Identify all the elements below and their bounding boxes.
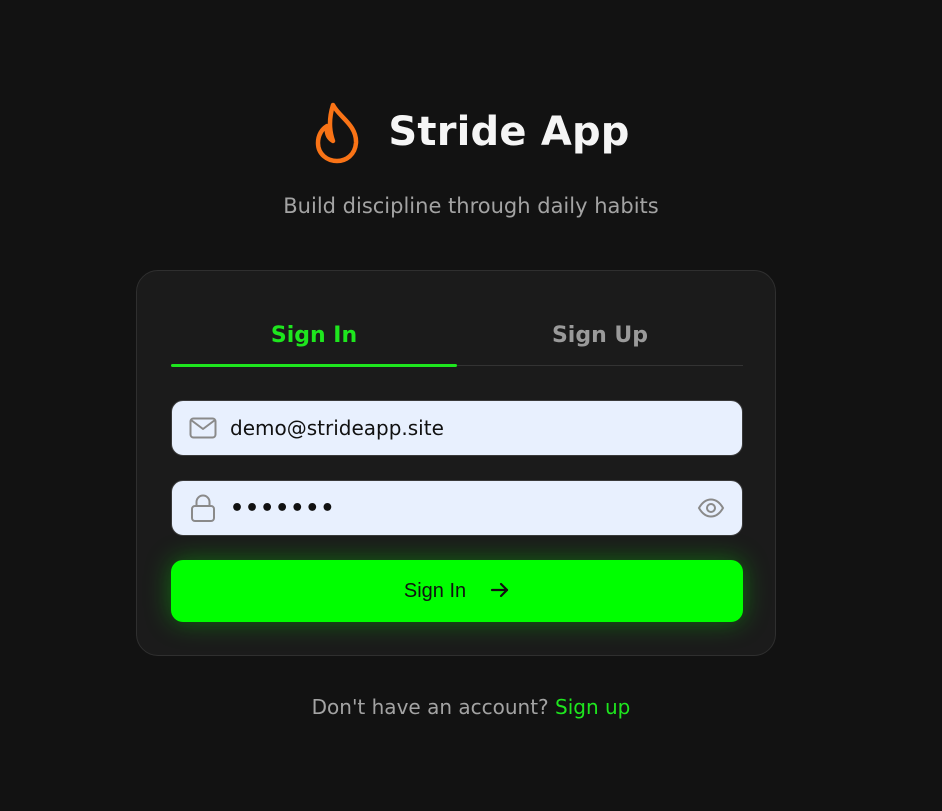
brand-header: Stride App <box>0 100 942 164</box>
lock-icon <box>188 493 218 523</box>
signup-prompt-text: Don't have an account? <box>311 695 549 719</box>
signup-prompt: Don't have an account? Sign up <box>0 695 942 719</box>
auth-tabs: Sign In Sign Up <box>171 305 743 367</box>
sign-up-link[interactable]: Sign up <box>555 695 630 719</box>
tab-sign-in[interactable]: Sign In <box>171 305 457 367</box>
password-field[interactable]: ••••••• <box>171 480 743 536</box>
sign-in-button[interactable]: Sign In <box>171 560 743 622</box>
email-value[interactable]: demo@strideapp.site <box>230 416 742 440</box>
tab-sign-up[interactable]: Sign Up <box>457 305 743 365</box>
mail-icon <box>188 413 218 443</box>
sign-in-button-label: Sign In <box>403 579 467 602</box>
auth-card: Sign In Sign Up demo@strideapp.site ••••… <box>136 270 776 656</box>
tagline: Build discipline through daily habits <box>283 194 659 218</box>
email-field[interactable]: demo@strideapp.site <box>171 400 743 456</box>
flame-icon <box>312 100 362 164</box>
login-page: Stride App Build discipline through dail… <box>0 0 942 811</box>
eye-icon[interactable] <box>696 493 726 523</box>
arrow-right-icon <box>490 581 510 602</box>
password-value[interactable]: ••••••• <box>230 496 696 521</box>
app-title: Stride App <box>388 109 630 155</box>
